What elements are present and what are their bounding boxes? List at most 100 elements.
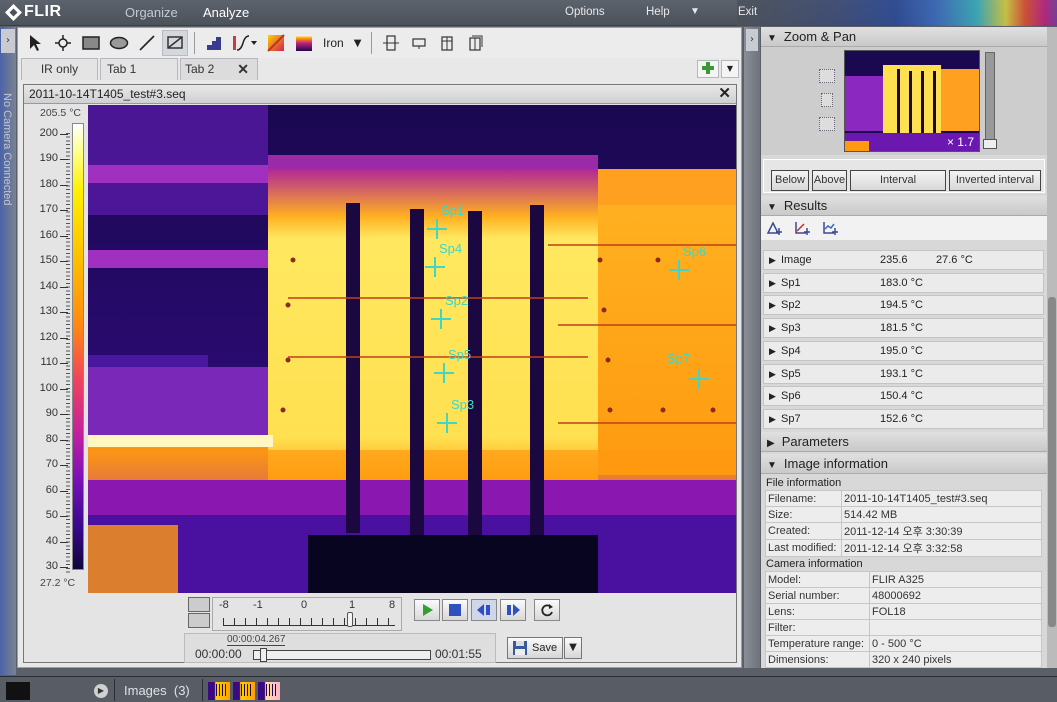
add-result-icon[interactable] xyxy=(766,220,784,236)
isotherm-below-button[interactable]: Below xyxy=(771,170,809,191)
zoom-center-icon[interactable] xyxy=(821,93,833,107)
add-tab-button[interactable] xyxy=(697,60,719,78)
save-button[interactable]: Save xyxy=(507,637,563,659)
tab-ir-only[interactable]: IR only xyxy=(21,58,98,80)
info-value: 514.42 MB xyxy=(841,506,1042,523)
layout-split-button[interactable] xyxy=(406,30,432,56)
tab-2[interactable]: Tab 2 ✕ xyxy=(180,58,258,80)
result-value: 152.6 °C xyxy=(880,412,923,425)
result-row[interactable]: ▶ Sp4 195.0 °C xyxy=(763,340,1044,361)
delete-measurement-button[interactable] xyxy=(162,30,188,56)
nav-analyze[interactable]: Analyze xyxy=(203,5,249,20)
live-preview[interactable] xyxy=(6,682,30,700)
palette-dropdown-icon[interactable]: ▼ xyxy=(350,38,366,49)
palette-icon-button[interactable] xyxy=(291,30,317,56)
line-tool-button[interactable] xyxy=(134,30,160,56)
info-value: 2011-10-14T1405_test#3.seq xyxy=(841,490,1042,507)
help-dropdown-icon[interactable]: ▼ xyxy=(690,6,700,17)
tab-menu-dropdown-icon[interactable]: ▼ xyxy=(721,60,739,78)
timeline-thumb[interactable] xyxy=(260,648,268,662)
spot-marker-sp3[interactable] xyxy=(437,413,457,433)
frame-overlay-button[interactable] xyxy=(188,613,210,628)
loop-button[interactable] xyxy=(534,599,560,621)
parameters-header[interactable]: ▶ Parameters xyxy=(761,432,1047,452)
step-back-button[interactable] xyxy=(471,599,497,621)
zoom-thumbnail[interactable]: × 1.7 xyxy=(844,50,980,152)
select-tool-button[interactable] xyxy=(22,30,48,56)
tab-1[interactable]: Tab 1 xyxy=(100,58,178,80)
stop-button[interactable] xyxy=(442,599,468,621)
menu-help[interactable]: Help xyxy=(646,6,670,18)
result-row[interactable]: ▶ Sp2 194.5 °C xyxy=(763,295,1044,316)
result-row[interactable]: ▶ Sp1 183.0 °C xyxy=(763,272,1044,293)
scale-min-label[interactable]: 27.2 °C xyxy=(40,577,75,589)
histogram-button[interactable] xyxy=(201,30,227,56)
image-thumbnail[interactable] xyxy=(258,682,280,700)
layout-tiled-button[interactable] xyxy=(462,30,488,56)
ellipse-tool-button[interactable] xyxy=(106,30,132,56)
menu-exit[interactable]: Exit xyxy=(738,6,757,18)
result-row[interactable]: ▶ Sp3 181.5 °C xyxy=(763,318,1044,339)
play-button[interactable] xyxy=(414,599,440,621)
divider xyxy=(202,679,203,701)
spot-marker-sp6[interactable] xyxy=(669,260,689,280)
isotherm-inverted-interval-button[interactable]: Inverted interval xyxy=(949,170,1041,191)
layout-vertical-button[interactable] xyxy=(434,30,460,56)
zoom-to-fit-icon[interactable] xyxy=(819,69,835,83)
result-row[interactable]: ▶ Sp7 152.6 °C xyxy=(763,408,1044,429)
add-profile-icon[interactable] xyxy=(794,220,812,236)
box-tool-button[interactable] xyxy=(78,30,104,56)
spot-marker-sp7[interactable] xyxy=(689,369,709,389)
expand-rail-button[interactable]: › xyxy=(1,29,15,53)
image-thumbnail[interactable] xyxy=(208,682,230,700)
filmstrip-play-icon[interactable]: ▶ xyxy=(94,684,108,698)
right-panel-scrollbar[interactable] xyxy=(1047,27,1057,668)
zoom-pan-title: Zoom & Pan xyxy=(783,29,857,44)
zoom-pan-header[interactable]: ▼ Zoom & Pan xyxy=(761,27,1047,47)
scale-mode-button[interactable] xyxy=(229,30,261,56)
panel-splitter[interactable]: › xyxy=(744,27,760,668)
results-header[interactable]: ▼ Results xyxy=(761,196,1047,216)
spot-tool-button[interactable] xyxy=(50,30,76,56)
color-scale-bar[interactable] xyxy=(72,123,84,570)
isotherm-interval-button[interactable]: Interval xyxy=(850,170,946,191)
step-forward-button[interactable] xyxy=(500,599,526,621)
collapse-panel-button[interactable]: › xyxy=(746,29,758,51)
timeline: 00:00:04.267 00:00:00 00:01:55 xyxy=(184,633,496,663)
playback-speed-slider[interactable]: -8 -1 0 1 8 xyxy=(212,597,402,631)
scale-max-label[interactable]: 205.5 °C xyxy=(40,107,81,119)
thermal-image[interactable]: Sp1 Sp2 Sp3 Sp4 Sp5 Sp6 Sp7 xyxy=(88,105,736,593)
result-row[interactable]: ▶ Image 235.6 27.6 °C xyxy=(763,250,1044,270)
add-plot-icon[interactable] xyxy=(822,220,840,236)
nav-organize[interactable]: Organize xyxy=(125,5,178,20)
scrollbar-thumb[interactable] xyxy=(1048,297,1056,627)
info-row: Lens: FOL18 xyxy=(765,603,1042,620)
collapsed-triangle-icon: ▶ xyxy=(769,255,776,265)
layout-single-button[interactable] xyxy=(378,30,404,56)
result-row[interactable]: ▶ Sp6 150.4 °C xyxy=(763,386,1044,407)
zoom-actual-size-icon[interactable] xyxy=(819,117,835,131)
palette-select[interactable]: Iron xyxy=(319,36,348,50)
timeline-track[interactable] xyxy=(253,648,431,662)
spot-marker-sp2[interactable] xyxy=(431,309,451,329)
image-information-header[interactable]: ▼ Image information xyxy=(761,454,1047,474)
save-dropdown-icon[interactable]: ▼ xyxy=(564,637,582,659)
isotherm-button[interactable] xyxy=(263,30,289,56)
frame-view-button[interactable] xyxy=(188,597,210,612)
spot-marker-sp4[interactable] xyxy=(425,257,445,277)
end-time: 00:01:55 xyxy=(435,647,482,661)
speed-knob[interactable] xyxy=(347,612,353,627)
scale-tick-label: 110 xyxy=(30,356,70,368)
isotherm-above-button[interactable]: Above xyxy=(812,170,847,191)
zoom-slider[interactable] xyxy=(983,52,997,149)
result-row[interactable]: ▶ Sp5 193.1 °C xyxy=(763,363,1044,384)
info-key: Dimensions: xyxy=(765,651,870,668)
image-thumbnail[interactable] xyxy=(233,682,255,700)
close-image-icon[interactable]: ✕ xyxy=(718,85,731,103)
start-time: 00:00:00 xyxy=(195,647,242,661)
close-tab-icon[interactable]: ✕ xyxy=(237,59,249,79)
menu-options[interactable]: Options xyxy=(565,6,605,18)
spot-marker-sp1[interactable] xyxy=(427,219,447,239)
spot-marker-sp5[interactable] xyxy=(434,363,454,383)
zoom-slider-knob[interactable] xyxy=(983,139,997,149)
